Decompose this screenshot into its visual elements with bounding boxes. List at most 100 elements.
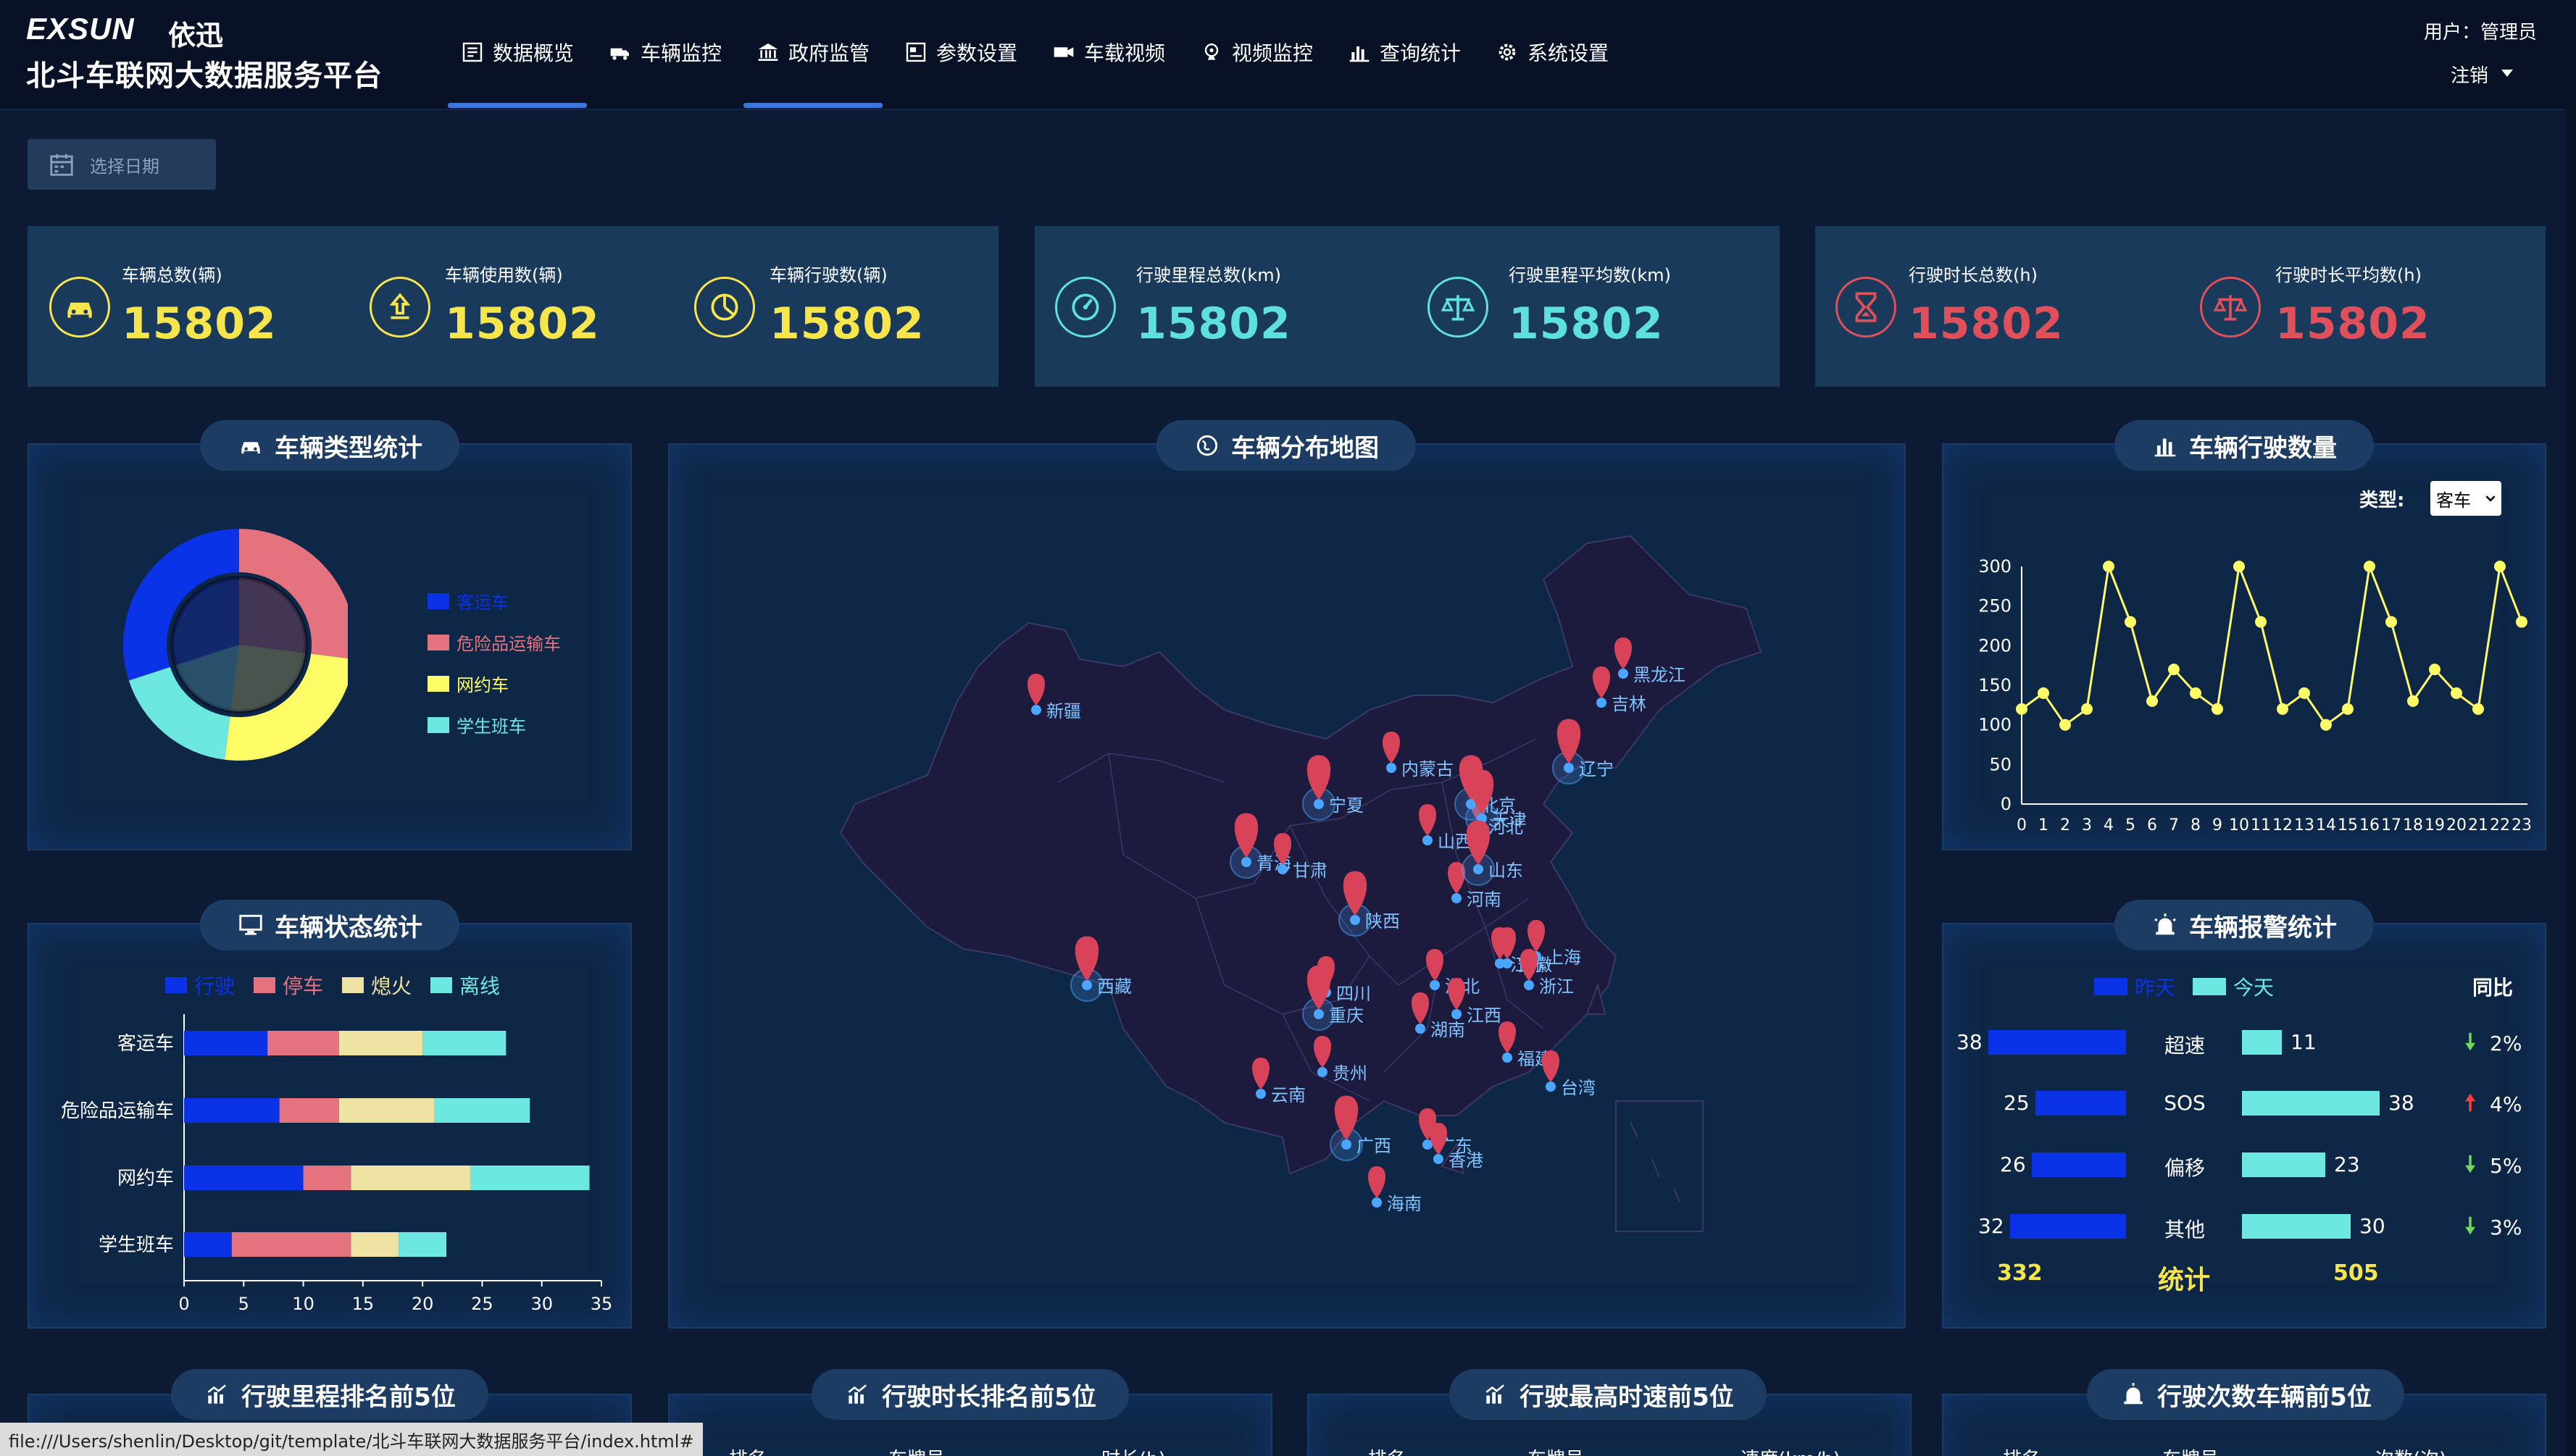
bar-segment-离线 [434, 1098, 530, 1123]
kpi-value: 15802 [2275, 298, 2430, 349]
nav-item-label: 政府监管 [788, 41, 870, 65]
legend-label: 今天 [2233, 976, 2275, 1000]
car-icon [67, 302, 92, 318]
legend-item-客运车: 客运车 [428, 588, 561, 614]
x-tick-label: 21 [2468, 816, 2488, 834]
city-dot [1386, 763, 1396, 773]
gear-icon [1499, 43, 1516, 61]
nav-item-5[interactable]: 车载视频 [1052, 35, 1165, 70]
browser-status-bar: file:///Users/shenlin/Desktop/git/templa… [0, 1423, 703, 1456]
x-tick-label: 5 [238, 1294, 249, 1314]
city-label: 云南 [1271, 1085, 1306, 1105]
legend-swatch [428, 716, 449, 733]
balance-icon [1441, 295, 1475, 321]
arrow-down-icon [2464, 1154, 2477, 1174]
alarm-title: 车辆报警统计 [2114, 900, 2374, 950]
city-dot [1082, 980, 1092, 990]
vehicle-status-legend: 行驶 停车 熄火 离线 [165, 971, 500, 1000]
rank-table-header: 车牌号 [888, 1444, 945, 1456]
map-pin-icon[interactable] [1368, 1166, 1385, 1198]
kpi-icon-wrap [1427, 277, 1488, 338]
x-tick-label: 17 [2381, 816, 2401, 834]
arrow-down-icon [2464, 1216, 2477, 1236]
settings-form-icon [906, 42, 926, 62]
x-tick-label: 1 [2038, 816, 2048, 834]
y-tick-label: 0 [2001, 794, 2012, 814]
legend-label: 网约车 [457, 675, 509, 695]
city-dot [1451, 893, 1462, 903]
line-point [2277, 703, 2288, 715]
rank-table-header: 排名 [729, 1444, 767, 1456]
kpi-label: 行驶里程平均数(km) [1509, 265, 1672, 285]
nav-item-label: 系统设置 [1527, 41, 1609, 65]
map-pin-icon[interactable] [1542, 1050, 1559, 1082]
date-picker[interactable]: 选择日期 [28, 139, 216, 190]
line-point [2407, 695, 2419, 707]
legend-label: 行驶 [194, 974, 235, 998]
city-label: 江西 [1467, 1005, 1501, 1026]
x-tick-label: 2 [2060, 816, 2070, 834]
bar-segment-熄火 [338, 1098, 435, 1123]
page-scrollbar[interactable] [2565, 0, 2576, 1456]
line-series [2021, 562, 2523, 727]
nav-item-6[interactable]: 视频监控 [1200, 35, 1313, 70]
truck-icon [610, 48, 629, 60]
city-dot [1372, 1197, 1382, 1208]
china-distribution-map[interactable]: 新疆西藏青海甘肃宁夏陕西四川重庆云南贵州广西广东香港海南湖南湖北河南山西河北北京… [819, 522, 1783, 1246]
alarm-type-label: 其他 [2164, 1218, 2205, 1242]
alarm-total-label: 统计 [2158, 1265, 2211, 1295]
bar-chart-icon [1349, 46, 1370, 62]
city-dot [1031, 705, 1041, 715]
alarm-legend: 昨天 今天 [2094, 972, 2274, 1001]
line-point [2472, 703, 2484, 715]
nav-item-1[interactable]: 数据概览 [461, 35, 574, 70]
city-label: 浙江 [1539, 976, 1574, 997]
logo-chinese: 依迅 [168, 20, 224, 51]
city-dot [1495, 958, 1505, 968]
bar-segment-停车 [267, 1031, 339, 1055]
trips-rank-title: 行驶次数车辆前5位 [2087, 1369, 2404, 1420]
x-tick-label: 3 [2082, 816, 2092, 834]
city-dot [1502, 1053, 1512, 1063]
kpi-value: 15802 [122, 298, 277, 349]
line-point [2255, 616, 2267, 628]
line-point [2516, 616, 2527, 628]
driving-type-select[interactable]: 客车 [2430, 481, 2501, 516]
alarm-today-value: 23 [2334, 1152, 2360, 1176]
nav-item-label: 车辆监控 [641, 41, 722, 65]
line-point [2494, 561, 2506, 572]
nav-item-label: 视频监控 [1232, 41, 1314, 65]
line-point [2125, 616, 2136, 628]
city-dot [1241, 857, 1251, 867]
x-tick-label: 5 [2125, 816, 2135, 834]
balance-icon [2213, 295, 2248, 321]
city-label: 香港 [1449, 1150, 1483, 1171]
city-dot [1317, 1067, 1327, 1077]
alarm-today-value: 11 [2291, 1030, 2317, 1054]
city-label: 西藏 [1097, 976, 1132, 997]
legend-label: 客运车 [457, 593, 509, 613]
x-tick-label: 15 [2338, 816, 2358, 834]
rank-table-header: 速度(km/h) [1741, 1444, 1841, 1456]
nav-item-8[interactable]: 系统设置 [1496, 35, 1609, 70]
nav-item-2[interactable]: 车辆监控 [609, 35, 722, 70]
nav-item-7[interactable]: 查询统计 [1348, 35, 1461, 70]
legend-item-网约车: 网约车 [428, 671, 561, 696]
nav-item-4[interactable]: 参数设置 [904, 35, 1017, 70]
city-dot [1451, 1009, 1462, 1019]
alarm-light-icon [2124, 1383, 2143, 1405]
calendar-icon [50, 154, 73, 176]
legend-swatch [428, 675, 449, 692]
line-point [2385, 616, 2397, 628]
city-label: 台湾 [1561, 1078, 1596, 1098]
chevron-down-icon[interactable] [2501, 70, 2513, 77]
bar-segment-行驶 [184, 1166, 304, 1190]
nav-item-label: 参数设置 [936, 41, 1018, 65]
alarm-yesterday-value: 38 [1956, 1030, 1983, 1054]
nav-item-3[interactable]: 政府监管 [756, 35, 870, 70]
city-label: 山东 [1488, 861, 1523, 881]
kpi-value: 15802 [1136, 298, 1291, 349]
logout-link[interactable]: 注销 [2451, 61, 2488, 88]
legend-item-停车: 停车 [254, 971, 323, 1000]
line-point [2212, 703, 2223, 715]
